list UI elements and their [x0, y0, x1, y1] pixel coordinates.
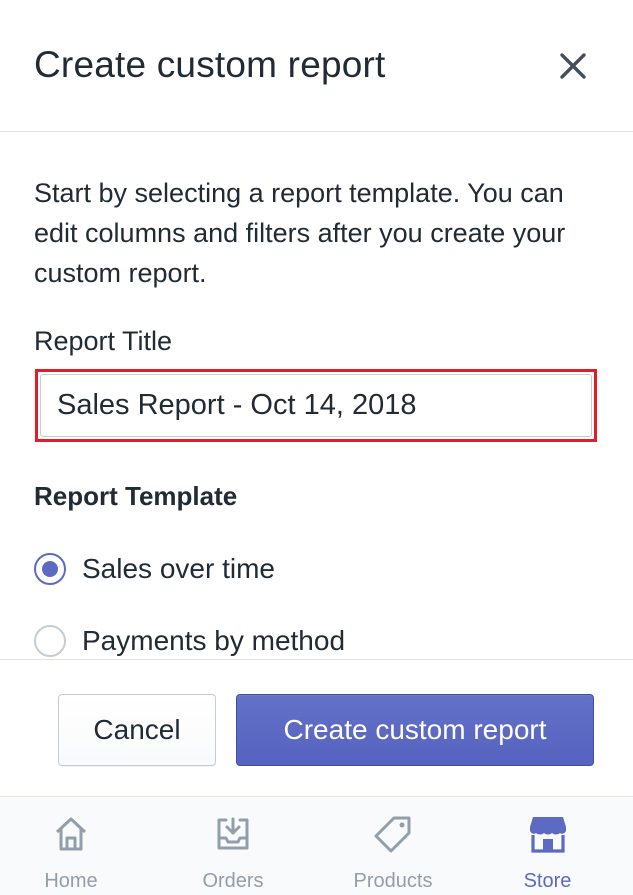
- tab-store[interactable]: Store: [462, 798, 633, 895]
- template-option-label: Sales over time: [82, 553, 275, 584]
- radio-dot: [42, 561, 58, 577]
- tab-label: Orders: [202, 870, 264, 892]
- store-icon: [526, 812, 570, 856]
- template-option-payments-by-method[interactable]: Payments by method: [34, 621, 345, 659]
- modal-header: Create custom report: [0, 0, 633, 132]
- products-tag-icon: [371, 812, 415, 856]
- create-custom-report-button[interactable]: Create custom report: [236, 694, 594, 766]
- modal-title: Create custom report: [34, 44, 386, 85]
- report-title-label: Report Title: [34, 326, 173, 356]
- tab-label: Products: [353, 870, 433, 892]
- template-option-sales-over-time[interactable]: Sales over time: [34, 549, 275, 589]
- report-title-highlight: [35, 369, 597, 442]
- radio-unchecked[interactable]: [34, 625, 66, 657]
- tab-home[interactable]: Home: [0, 798, 142, 895]
- report-template-heading: Report Template: [34, 481, 238, 511]
- report-title-input[interactable]: [40, 374, 592, 437]
- close-icon: [560, 53, 586, 79]
- intro-text: Start by selecting a report template. Yo…: [34, 178, 566, 288]
- orders-icon: [211, 812, 255, 856]
- template-option-label: Payments by method: [82, 625, 346, 656]
- home-icon: [49, 812, 93, 856]
- radio-checked[interactable]: [34, 553, 66, 585]
- bottom-tab-bar: Home Orders Products Store: [0, 798, 633, 895]
- close-button[interactable]: [555, 46, 591, 86]
- modal-footer: Cancel Create custom report: [0, 659, 633, 797]
- tab-products[interactable]: Products: [324, 798, 462, 895]
- cancel-button[interactable]: Cancel: [58, 694, 216, 766]
- tab-label: Home: [44, 870, 98, 892]
- tab-label: Store: [523, 870, 572, 892]
- modal-body: Start by selecting a report template. Yo…: [0, 133, 633, 659]
- tab-orders[interactable]: Orders: [142, 798, 324, 895]
